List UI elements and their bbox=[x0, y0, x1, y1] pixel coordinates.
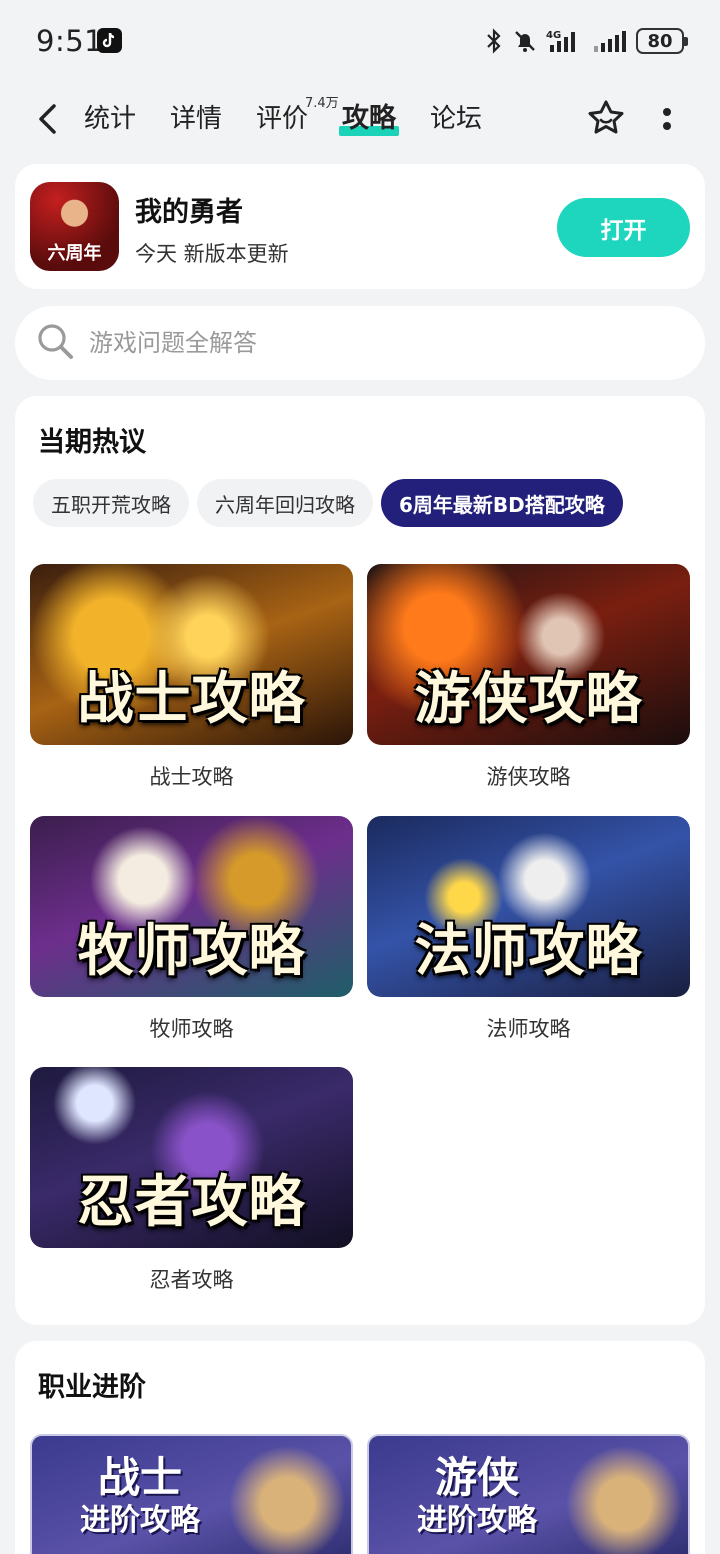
battery-indicator: 80 bbox=[636, 28, 688, 54]
status-icons: 4G 80 bbox=[484, 26, 688, 56]
tiktok-icon bbox=[97, 28, 122, 53]
guide-image: 忍者攻略 bbox=[30, 1067, 353, 1248]
chip-anniversary-return-guide[interactable]: 六周年回归攻略 bbox=[197, 479, 373, 527]
topic-chips: 五职开荒攻略 六周年回归攻略 6周年最新BD搭配攻略 bbox=[33, 479, 623, 527]
guide-image: 牧师攻略 bbox=[30, 816, 353, 997]
guide-image-title: 战士攻略 bbox=[77, 666, 306, 732]
tab-reviews[interactable]: 评价 bbox=[256, 100, 308, 138]
guide-label: 游侠攻略 bbox=[486, 765, 571, 789]
guide-image-title: 忍者攻略 bbox=[77, 1169, 306, 1235]
guide-card-warrior[interactable]: 战士攻略 战士攻略 bbox=[30, 564, 353, 791]
nav-tabs: 统计 详情 评价 攻略 论坛 bbox=[84, 100, 482, 138]
more-options-icon[interactable] bbox=[656, 104, 678, 134]
guide-image-title: 法师攻略 bbox=[414, 918, 643, 984]
app-icon-text: 六周年 bbox=[47, 243, 102, 264]
tab-forum[interactable]: 论坛 bbox=[430, 100, 482, 138]
battery-level: 80 bbox=[647, 30, 673, 52]
chip-bd-build-guide[interactable]: 6周年最新BD搭配攻略 bbox=[381, 479, 623, 527]
guide-image-title: 游侠攻略 bbox=[414, 666, 643, 732]
guide-image: 法师攻略 bbox=[367, 816, 690, 997]
advanced-card-subtitle: 进阶攻略 bbox=[80, 1503, 200, 1538]
bell-off-icon bbox=[515, 31, 535, 52]
app-icon[interactable]: 六周年 bbox=[30, 182, 119, 271]
advanced-card-warrior[interactable]: 战士 进阶攻略 bbox=[30, 1434, 353, 1554]
status-time: 9:51 bbox=[36, 24, 104, 58]
section-title: 当期热议 bbox=[38, 427, 146, 458]
advanced-card-subtitle: 进阶攻略 bbox=[417, 1503, 537, 1538]
guide-card-ranger[interactable]: 游侠攻略 游侠攻略 bbox=[367, 564, 690, 791]
app-name: 我的勇者 bbox=[135, 197, 243, 228]
advanced-card-ranger[interactable]: 游侠 进阶攻略 bbox=[367, 1434, 690, 1554]
open-button[interactable]: 打开 bbox=[557, 198, 690, 257]
guide-image: 游侠攻略 bbox=[367, 564, 690, 745]
guide-label: 战士攻略 bbox=[149, 765, 234, 789]
tab-guides[interactable]: 攻略 bbox=[339, 100, 400, 138]
guide-card-ninja[interactable]: 忍者攻略 忍者攻略 bbox=[30, 1067, 353, 1294]
guide-label: 牧师攻略 bbox=[149, 1017, 234, 1041]
back-icon[interactable] bbox=[32, 100, 66, 138]
network-label: 4G bbox=[546, 30, 561, 41]
hot-topics-section: 当期热议 五职开荒攻略 六周年回归攻略 6周年最新BD搭配攻略 战士攻略 战士攻… bbox=[15, 396, 705, 1325]
tab-stats[interactable]: 统计 bbox=[84, 100, 136, 138]
tab-details[interactable]: 详情 bbox=[170, 100, 222, 138]
bluetooth-icon bbox=[487, 28, 501, 54]
signal-icon bbox=[594, 31, 626, 52]
advanced-card-title: 战士 进阶攻略 bbox=[70, 1454, 210, 1540]
guide-card-priest[interactable]: 牧师攻略 牧师攻略 bbox=[30, 816, 353, 1043]
review-count-badge: 7.4万 bbox=[305, 96, 339, 111]
guide-card-mage[interactable]: 法师攻略 法师攻略 bbox=[367, 816, 690, 1043]
guide-image: 战士攻略 bbox=[30, 564, 353, 745]
guide-label: 忍者攻略 bbox=[149, 1268, 234, 1292]
search-icon bbox=[36, 322, 76, 362]
advanced-card-title: 游侠 进阶攻略 bbox=[407, 1454, 547, 1540]
favorite-star-icon[interactable] bbox=[586, 98, 626, 138]
guide-label: 法师攻略 bbox=[486, 1017, 571, 1041]
guide-image-title: 牧师攻略 bbox=[77, 918, 306, 984]
advanced-card-class: 游侠 bbox=[434, 1453, 519, 1502]
status-bar: 9:51 4G 80 bbox=[0, 0, 720, 82]
advanced-card-class: 战士 bbox=[97, 1453, 182, 1502]
signal-4g-icon: 4G bbox=[546, 30, 575, 52]
chip-five-class-guide[interactable]: 五职开荒攻略 bbox=[33, 479, 189, 527]
app-card: 六周年 我的勇者 今天 新版本更新 打开 bbox=[15, 164, 705, 289]
search-input[interactable] bbox=[89, 324, 649, 362]
top-nav: 统计 详情 评价 攻略 论坛 7.4万 bbox=[0, 84, 720, 154]
class-advancement-section: 职业进阶 战士 进阶攻略 游侠 进阶攻略 bbox=[15, 1341, 705, 1554]
section-title: 职业进阶 bbox=[38, 1372, 146, 1403]
search-box[interactable] bbox=[15, 306, 705, 380]
app-update-text: 今天 新版本更新 bbox=[135, 242, 289, 266]
